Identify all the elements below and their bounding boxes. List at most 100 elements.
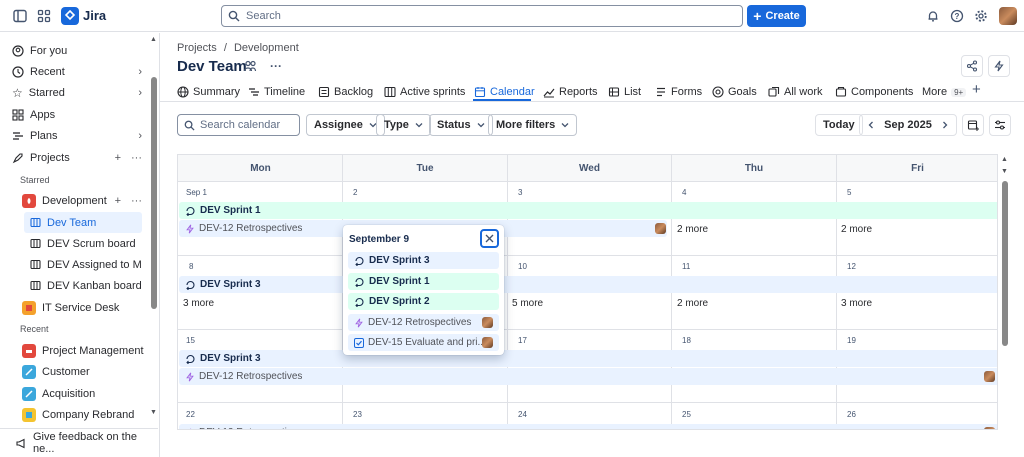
create-button[interactable]: + Create: [747, 5, 806, 27]
breadcrumb-development[interactable]: Development: [234, 42, 299, 54]
help-icon[interactable]: ?: [948, 7, 966, 25]
more-actions-icon[interactable]: ···: [131, 195, 142, 207]
previous-month-icon[interactable]: [860, 121, 882, 129]
sprint-bar-dev-sprint-3[interactable]: DEV Sprint 3: [179, 350, 997, 367]
show-more-link[interactable]: 3 more: [841, 298, 872, 309]
tab-active-sprints[interactable]: Active sprints: [384, 84, 465, 100]
popup-item-dev-12[interactable]: DEV-12 Retrospectives: [348, 314, 499, 331]
add-tab-plus-icon[interactable]: +: [972, 82, 981, 98]
sidebar-board-dev-scrum[interactable]: DEV Scrum board: [24, 233, 142, 254]
show-more-link[interactable]: 2 more: [677, 298, 708, 309]
show-more-link[interactable]: 2 more: [677, 224, 708, 235]
date-cell-number[interactable]: 3: [518, 188, 522, 197]
date-cell-number[interactable]: 15: [186, 336, 195, 345]
tab-calendar[interactable]: Calendar: [474, 84, 535, 100]
date-cell-number[interactable]: 23: [353, 410, 362, 419]
sidebar-recent-project-management[interactable]: Project Management: [0, 340, 148, 361]
calendar-scrollbar[interactable]: ▲ ▼: [1000, 154, 1010, 430]
assignee-filter-button[interactable]: Assignee: [306, 114, 385, 136]
jira-logo-icon[interactable]: [61, 7, 79, 25]
more-actions-icon[interactable]: ···: [270, 59, 282, 73]
sidebar-toggle-icon[interactable]: [11, 7, 29, 25]
view-settings-button[interactable]: [989, 114, 1011, 136]
user-avatar[interactable]: [999, 7, 1017, 25]
sidebar-board-dev-team[interactable]: Dev Team: [24, 212, 142, 233]
more-filters-button[interactable]: More filters: [488, 114, 578, 136]
sidebar-recent-customer[interactable]: Customer: [0, 361, 148, 382]
team-icon[interactable]: [243, 59, 257, 73]
date-cell-number[interactable]: 11: [682, 262, 690, 271]
tab-more[interactable]: More 9+: [922, 84, 967, 100]
date-cell-number[interactable]: 5: [847, 188, 851, 197]
sidebar-item-plans[interactable]: Plans ›: [0, 125, 148, 146]
date-cell-number[interactable]: 19: [847, 336, 856, 345]
today-button[interactable]: Today: [815, 114, 863, 136]
breadcrumb-projects[interactable]: Projects: [177, 42, 217, 54]
sidebar-item-starred[interactable]: ☆ Starred ›: [0, 82, 148, 103]
scrollbar-thumb[interactable]: [1002, 181, 1008, 346]
share-button[interactable]: [961, 55, 983, 77]
tab-reports[interactable]: Reports: [543, 84, 598, 100]
issue-bar-dev-12[interactable]: DEV-12 Retrospectives: [179, 368, 997, 385]
date-cell-number[interactable]: 10: [518, 262, 527, 271]
sidebar-item-projects[interactable]: Projects + ···: [0, 147, 148, 168]
date-cell-number[interactable]: 18: [682, 336, 691, 345]
show-more-link[interactable]: 2 more: [841, 224, 872, 235]
sidebar-scrollbar-thumb[interactable]: [151, 77, 157, 309]
give-feedback-link[interactable]: Give feedback on the ne...: [0, 428, 158, 457]
issue-bar-dev-12[interactable]: DEV-12 Retrospectives: [179, 424, 997, 429]
popup-item-dev-15[interactable]: DEV-15 Evaluate and pri...: [348, 334, 499, 351]
status-filter-button[interactable]: Status: [429, 114, 493, 136]
sidebar-item-apps[interactable]: Apps: [0, 104, 148, 125]
app-name[interactable]: Jira: [83, 8, 106, 23]
date-cell-number[interactable]: 17: [518, 336, 527, 345]
sidebar-recent-company-rebrand[interactable]: Company Rebrand: [0, 404, 148, 425]
date-cell-number[interactable]: 8: [189, 262, 193, 271]
tab-goals[interactable]: Goals: [712, 84, 757, 100]
scroll-up-arrow-icon[interactable]: ▲: [150, 36, 157, 43]
show-more-link[interactable]: 5 more: [512, 298, 543, 309]
sidebar-item-for-you[interactable]: For you: [0, 40, 148, 61]
popup-item-dev-sprint-1[interactable]: DEV Sprint 1: [348, 273, 499, 290]
tab-all-work[interactable]: All work: [768, 84, 823, 100]
add-project-icon[interactable]: +: [115, 152, 121, 164]
tab-list[interactable]: List: [608, 84, 641, 100]
show-more-link[interactable]: 3 more: [183, 298, 214, 309]
sidebar-board-dev-assigned[interactable]: DEV Assigned to Me: [24, 254, 142, 275]
date-cell-number[interactable]: 12: [847, 262, 856, 271]
date-cell-number[interactable]: 4: [682, 188, 686, 197]
sidebar-project-it-service-desk[interactable]: IT Service Desk: [0, 297, 148, 318]
date-cell-number[interactable]: 2: [353, 188, 357, 197]
next-month-icon[interactable]: [934, 121, 956, 129]
sidebar-project-development[interactable]: Development + ···: [0, 190, 148, 211]
close-popup-button[interactable]: [480, 229, 499, 248]
tab-components[interactable]: Components: [835, 84, 913, 100]
popup-item-dev-sprint-3[interactable]: DEV Sprint 3: [348, 252, 499, 269]
tab-timeline[interactable]: Timeline: [248, 84, 305, 100]
tab-forms[interactable]: Forms: [655, 84, 702, 100]
date-cell-number[interactable]: 26: [847, 410, 856, 419]
tab-backlog[interactable]: Backlog: [318, 84, 373, 100]
sprint-bar-dev-sprint-1[interactable]: DEV Sprint 1: [179, 202, 997, 219]
sidebar-item-recent[interactable]: Recent ›: [0, 61, 148, 82]
search-calendar-input[interactable]: Search calendar: [177, 114, 300, 136]
type-filter-button[interactable]: Type: [376, 114, 431, 136]
scroll-down-arrow-icon[interactable]: ▼: [150, 409, 157, 416]
scroll-up-arrow-icon[interactable]: ▲: [1001, 156, 1008, 163]
tab-summary[interactable]: Summary: [177, 84, 240, 100]
sidebar-board-dev-kanban[interactable]: DEV Kanban board: [24, 275, 142, 296]
schedule-button[interactable]: [962, 114, 984, 136]
date-cell-number[interactable]: 24: [518, 410, 527, 419]
sprint-bar-dev-sprint-3[interactable]: DEV Sprint 3: [179, 276, 997, 293]
settings-gear-icon[interactable]: [972, 7, 990, 25]
date-cell-number[interactable]: Sep 1: [186, 188, 207, 197]
scroll-down-arrow-icon[interactable]: ▼: [1001, 168, 1008, 175]
global-search-input[interactable]: Search: [221, 5, 743, 27]
date-cell-number[interactable]: 25: [682, 410, 691, 419]
date-cell-number[interactable]: 22: [186, 410, 195, 419]
app-switcher-icon[interactable]: [35, 7, 53, 25]
popup-item-dev-sprint-2[interactable]: DEV Sprint 2: [348, 293, 499, 310]
more-actions-icon[interactable]: ···: [131, 152, 142, 164]
automation-button[interactable]: [988, 55, 1010, 77]
sidebar-recent-acquisition[interactable]: Acquisition: [0, 383, 148, 404]
